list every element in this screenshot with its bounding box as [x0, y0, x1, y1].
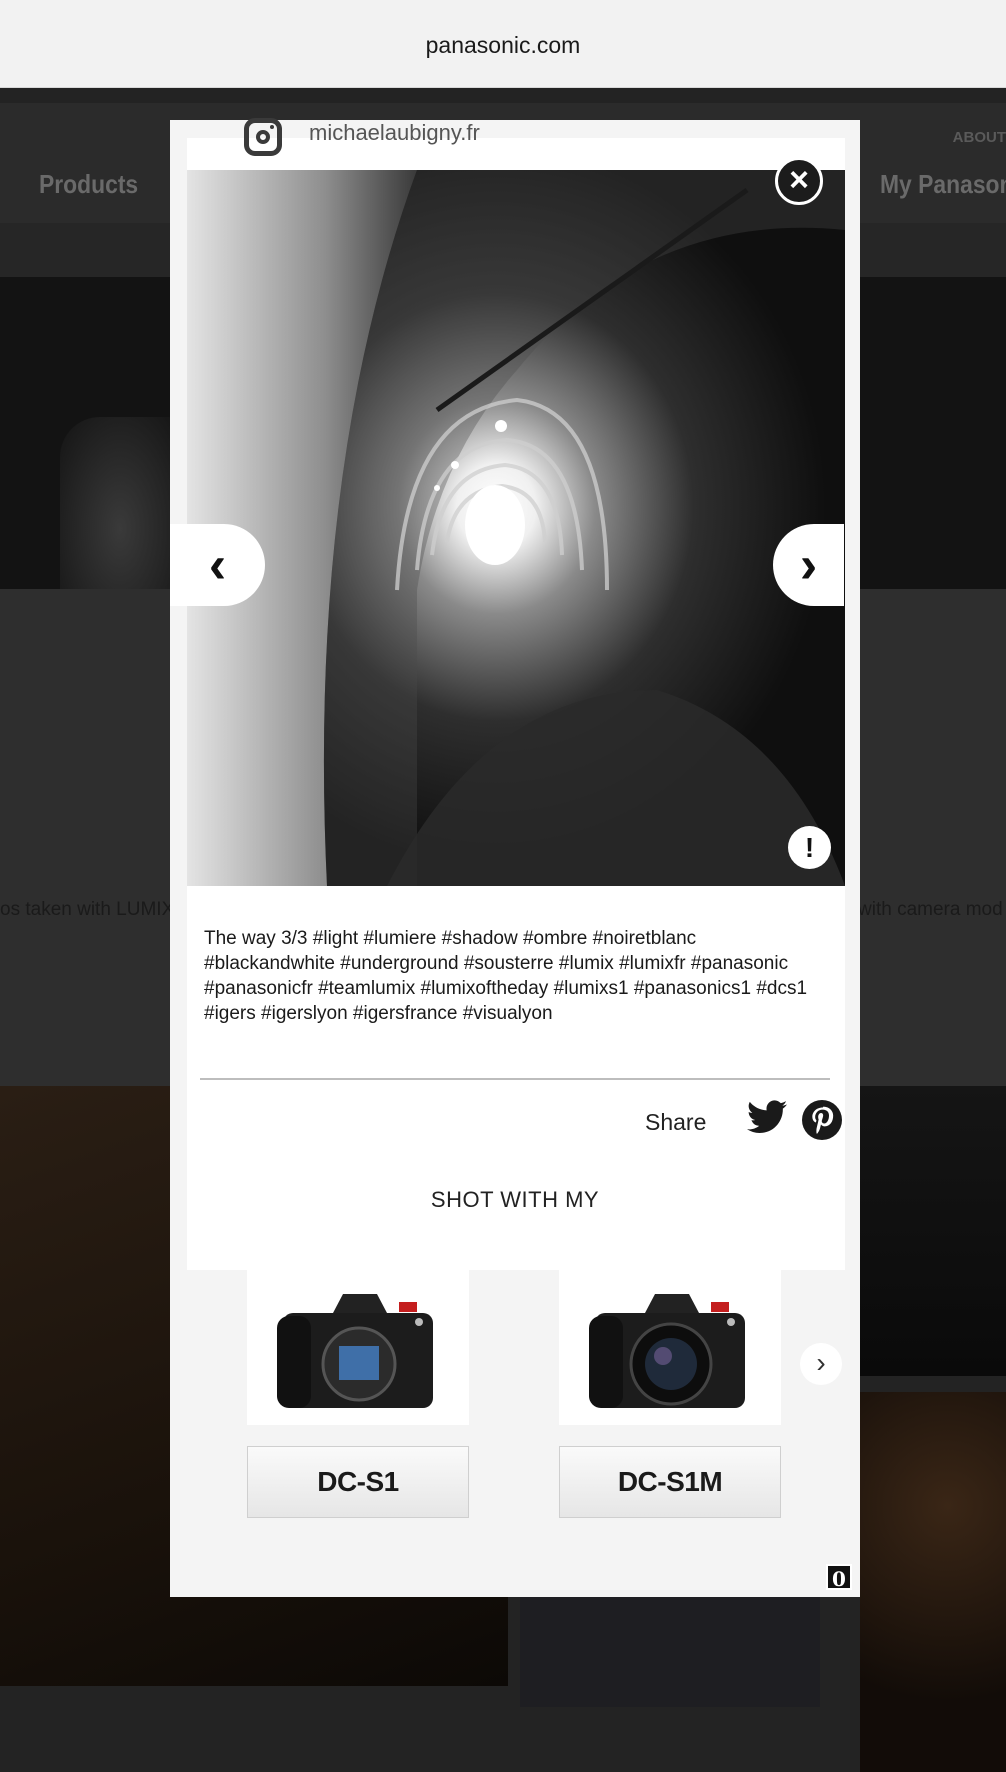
report-icon[interactable]: !	[788, 826, 831, 869]
brand-badge: 0	[826, 1564, 852, 1591]
camera-thumbnail[interactable]	[559, 1258, 781, 1425]
gallery-tile	[860, 1392, 1006, 1772]
url-text[interactable]: panasonic.com	[426, 32, 581, 59]
post-caption: The way 3/3 #light #lumiere #shadow #omb…	[204, 928, 808, 1024]
tunnel-illustration	[187, 170, 845, 886]
share-label: Share	[645, 1109, 707, 1135]
tunnel-photo	[187, 170, 845, 886]
previous-photo-button[interactable]: ‹	[170, 524, 265, 606]
product-card-dc-s1m[interactable]: DC-S1M	[559, 1258, 781, 1518]
close-button[interactable]: ×	[775, 157, 823, 205]
divider	[200, 1078, 830, 1080]
product-button[interactable]: DC-S1	[247, 1446, 469, 1518]
camera-thumbnail[interactable]	[247, 1258, 469, 1425]
username[interactable]: michaelaubigny.fr	[309, 120, 480, 146]
background-text-right: with camera mod	[858, 899, 1003, 920]
background-text-left: os taken with LUMIX	[0, 899, 175, 920]
pinterest-icon[interactable]	[802, 1100, 842, 1145]
nav-about-link: ABOUT	[952, 129, 1006, 146]
shot-with-title: SHOT WITH MY	[430, 1187, 600, 1212]
instagram-icon	[244, 118, 282, 156]
nav-products-link: Products	[39, 169, 139, 199]
product-button[interactable]: DC-S1M	[559, 1446, 781, 1518]
gallery-tile	[860, 1086, 1006, 1376]
nav-my-panasonic-link: My Panason	[880, 169, 1006, 199]
twitter-icon[interactable]	[747, 1100, 787, 1139]
browser-url-bar[interactable]: panasonic.com	[0, 0, 1006, 88]
carousel-next-button[interactable]: ›	[800, 1343, 842, 1385]
photo-modal: michaelaubigny.fr × The way 3/3 #light #…	[170, 118, 860, 1597]
product-card-dc-s1[interactable]: DC-S1	[247, 1258, 469, 1518]
instagram-header: michaelaubigny.fr	[187, 118, 845, 170]
